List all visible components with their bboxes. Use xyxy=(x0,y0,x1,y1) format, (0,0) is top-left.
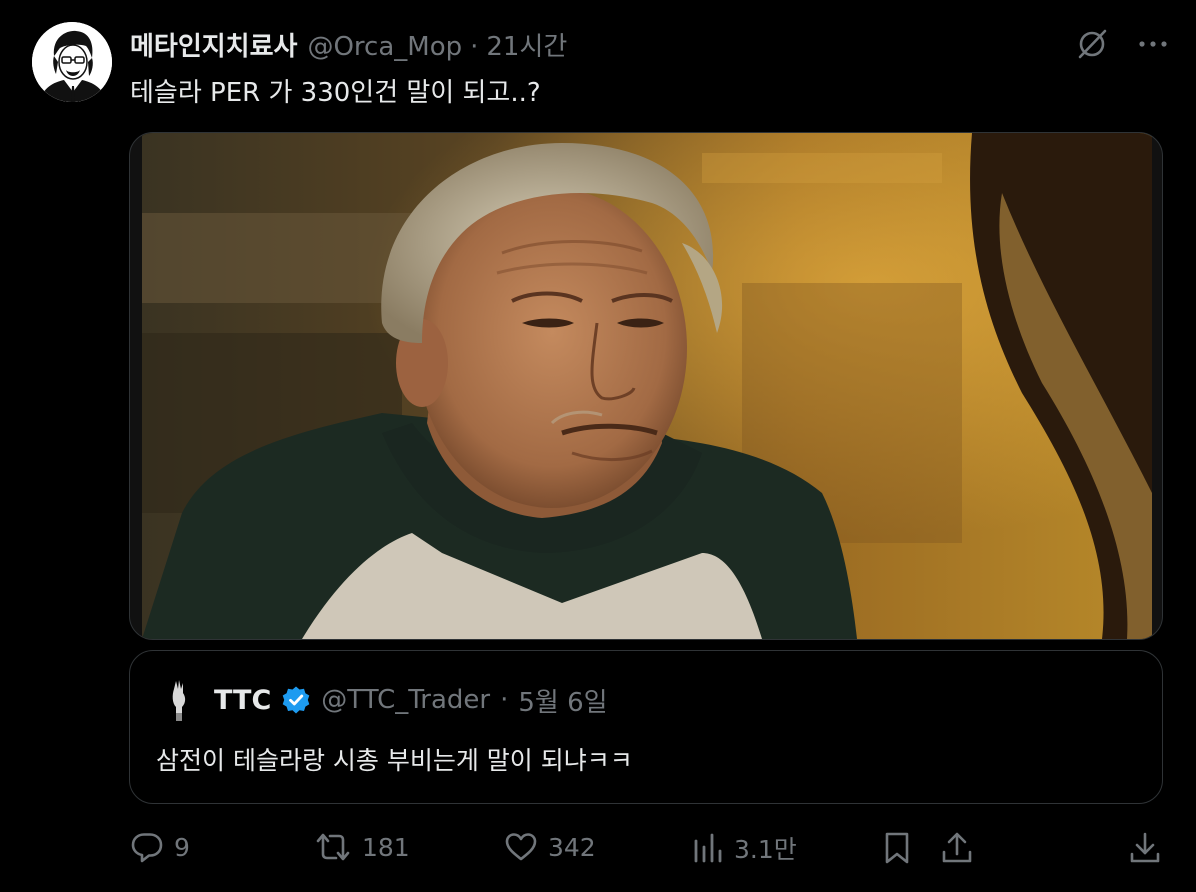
quoted-tweet-header: TTC @TTC_Trader · 5월 6일 xyxy=(162,677,608,723)
reply-count: 9 xyxy=(174,832,190,862)
like-icon xyxy=(505,833,537,861)
tweet-header: 메타인지치료사 @Orca_Mop · 21시간 xyxy=(130,26,567,63)
quoted-author-avatar[interactable] xyxy=(162,677,196,723)
quoted-tweet-text: 삼전이 테슬라랑 시총 부비는게 말이 되냐ㅋㅋ xyxy=(156,746,633,775)
grok-button[interactable] xyxy=(1074,26,1110,62)
share-icon xyxy=(942,832,972,863)
quoted-author-display-name[interactable]: TTC xyxy=(214,685,271,716)
grok-icon xyxy=(1078,29,1107,59)
author-avatar[interactable] xyxy=(32,22,112,102)
views-count: 3.1만 xyxy=(734,835,797,864)
author-display-name[interactable]: 메타인지치료사 xyxy=(130,26,297,63)
tweet-timestamp[interactable]: 21시간 xyxy=(486,26,567,63)
separator-dot: · xyxy=(470,32,479,62)
download-button[interactable] xyxy=(1128,830,1162,866)
repost-icon xyxy=(316,833,350,861)
repost-count: 181 xyxy=(362,832,410,862)
bookmark-icon xyxy=(885,832,909,864)
like-count: 342 xyxy=(548,832,596,862)
separator-dot: · xyxy=(500,685,509,715)
like-button[interactable]: 342 xyxy=(504,830,596,864)
tweet-card: 메타인지치료사 @Orca_Mop · 21시간 테슬라 PER 가 330인건… xyxy=(0,0,1196,892)
bookmark-button[interactable] xyxy=(882,830,912,866)
more-button[interactable] xyxy=(1138,39,1168,49)
share-button[interactable] xyxy=(940,830,974,866)
quoted-tweet-date[interactable]: 5월 6일 xyxy=(518,682,607,719)
quoted-author-handle[interactable]: @TTC_Trader xyxy=(321,685,490,715)
views-icon xyxy=(694,833,722,863)
quoted-tweet[interactable]: TTC @TTC_Trader · 5월 6일 삼전이 테슬라랑 시총 부비는게… xyxy=(129,650,1163,804)
media-image[interactable] xyxy=(142,133,1152,639)
tweet-top-actions xyxy=(1074,26,1168,62)
tweet-media[interactable] xyxy=(129,132,1163,640)
reply-button[interactable]: 9 xyxy=(130,830,190,864)
verified-badge-icon xyxy=(281,685,311,715)
download-icon xyxy=(1130,832,1160,863)
views-button[interactable]: 3.1만 xyxy=(692,830,797,866)
repost-button[interactable]: 181 xyxy=(314,830,410,864)
tweet-text: 테슬라 PER 가 330인건 말이 되고..? xyxy=(130,78,541,108)
tweet-action-bar: 9 181 342 3.1만 xyxy=(130,830,1170,870)
reply-icon xyxy=(131,833,163,863)
more-icon xyxy=(1139,41,1167,47)
author-handle[interactable]: @Orca_Mop xyxy=(307,32,462,62)
